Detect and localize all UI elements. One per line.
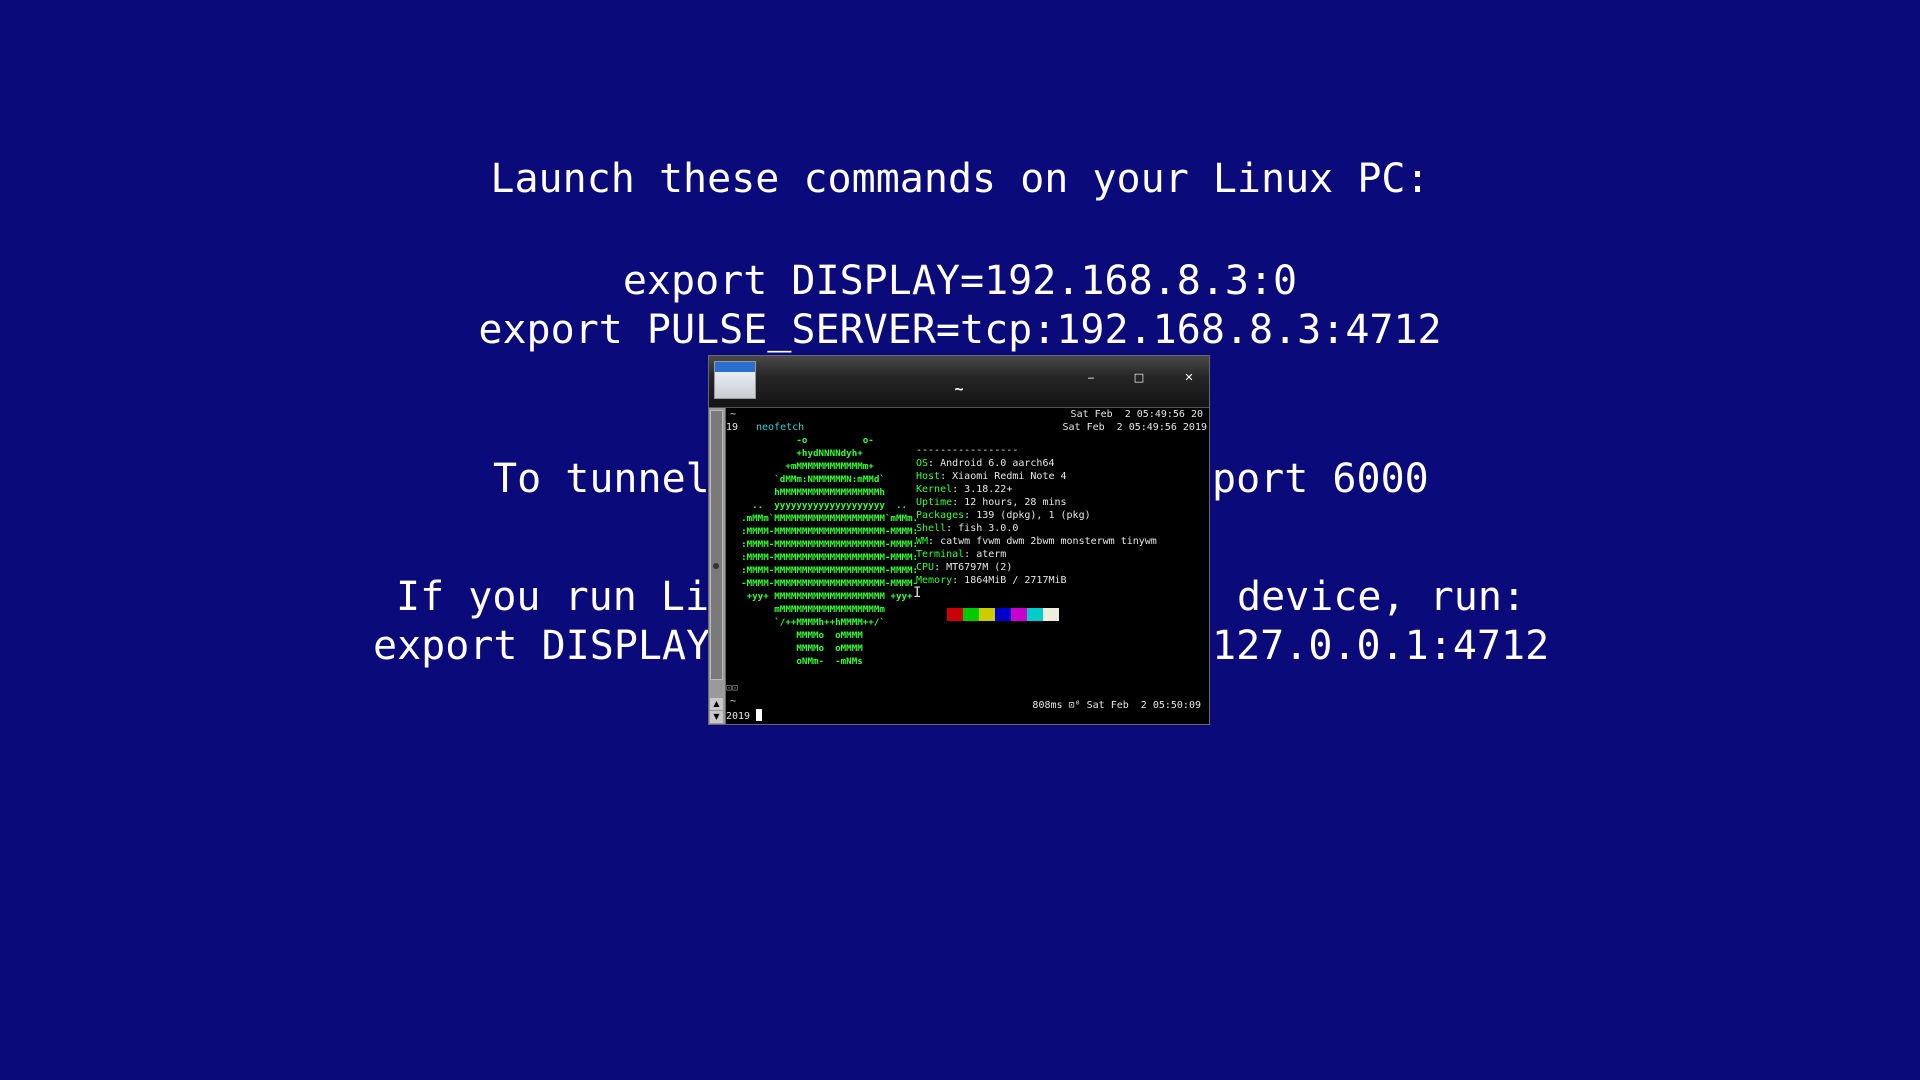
scrollbar-thumb[interactable] <box>710 410 723 680</box>
color-swatch <box>947 608 963 621</box>
prompt-number: 19 <box>726 422 739 433</box>
color-swatch <box>1011 608 1027 621</box>
prompt-number-2: 2019 <box>726 711 751 722</box>
prompt-dir: ~ <box>730 409 737 420</box>
bg-export-pulse-line: export PULSE_SERVER=tcp:192.168.8.3:4712 <box>478 307 1442 353</box>
prompt-dir-2: ~ <box>730 696 737 707</box>
color-palette <box>931 608 1059 621</box>
prompt-time-1: Sat Feb 2 05:49:56 20 <box>1070 409 1203 420</box>
close-button[interactable]: ✕ <box>1179 370 1199 386</box>
maximize-button[interactable]: □ <box>1129 370 1149 386</box>
android-ascii-logo: -o o- +hydNNNNdyh+ +mMMMMMMMMMMMMm+ `dMM… <box>741 435 919 667</box>
info-uptime: Uptime: 12 hours, 28 mins <box>916 497 1067 508</box>
terminal-scrollbar[interactable]: ▲ ▼ <box>709 408 726 724</box>
bg-export-right: 127.0.0.1:4712 <box>1212 623 1550 669</box>
info-shell: Shell: fish 3.0.0 <box>916 523 1019 534</box>
status-line: 808ms ⊡⁰ Sat Feb 2 05:50:09 <box>1032 700 1201 711</box>
color-swatch <box>979 608 995 621</box>
color-swatch <box>931 608 947 621</box>
scroll-down-arrow-icon[interactable]: ▼ <box>710 711 723 723</box>
mouse-ibeam-cursor-icon: I <box>913 585 922 601</box>
bg-export-left: export DISPLAY <box>373 623 711 669</box>
bg-export-display-line: export DISPLAY=192.168.8.3:0 <box>622 258 1298 304</box>
info-kernel: Kernel: 3.18.22+ <box>916 484 1013 495</box>
system-info: ----------------- OS: Android 6.0 aarch6… <box>916 444 1157 587</box>
info-host: Host: Xiaomi Redmi Note 4 <box>916 471 1067 482</box>
terminal-content[interactable]: ~ 19 neofetch Sat Feb 2 05:49:56 20 Sat … <box>726 408 1209 724</box>
info-packages: Packages: 139 (dpkg), 1 (pkg) <box>916 510 1091 521</box>
info-memory: Memory: 1864MiB / 2717MiB <box>916 575 1067 586</box>
bg-tunnel-right: port 6000 <box>1212 456 1429 502</box>
info-cpu: CPU: MT6797M (2) <box>916 562 1013 573</box>
info-wm: WM: catwm fvwm dwm 2bwm monsterwm tinywm <box>916 536 1157 547</box>
info-separator: ----------------- <box>916 445 1019 456</box>
bottom-glyph-icon: ⊡⊡ <box>726 683 739 694</box>
info-os: OS: Android 6.0 aarch64 <box>916 458 1055 469</box>
bg-run-right: device, run: <box>1237 574 1526 620</box>
text-cursor <box>756 709 763 721</box>
window-titlebar[interactable]: ~ ‒ □ ✕ <box>709 356 1209 408</box>
color-swatch <box>1043 608 1059 621</box>
bg-title-line: Launch these commands on your Linux PC: <box>490 156 1430 202</box>
prompt-line-2[interactable]: 2019 <box>726 709 763 723</box>
command-neofetch: neofetch <box>756 422 805 433</box>
color-swatch <box>1027 608 1043 621</box>
minimize-button[interactable]: ‒ <box>1081 370 1101 386</box>
bg-run-left: If you run Li <box>396 574 710 620</box>
bg-tunnel-left: To tunnel <box>493 456 710 502</box>
color-swatch <box>995 608 1011 621</box>
prompt-time-2: Sat Feb 2 05:49:56 2019 <box>1062 422 1208 433</box>
scroll-up-arrow-icon[interactable]: ▲ <box>710 698 723 710</box>
info-terminal: Terminal: aterm <box>916 549 1007 560</box>
scrollbar-grip-icon <box>713 563 719 569</box>
terminal-window[interactable]: ~ ‒ □ ✕ ▲ ▼ ~ 19 neofetch Sat Feb 2 05:4… <box>708 355 1210 725</box>
color-swatch <box>963 608 979 621</box>
